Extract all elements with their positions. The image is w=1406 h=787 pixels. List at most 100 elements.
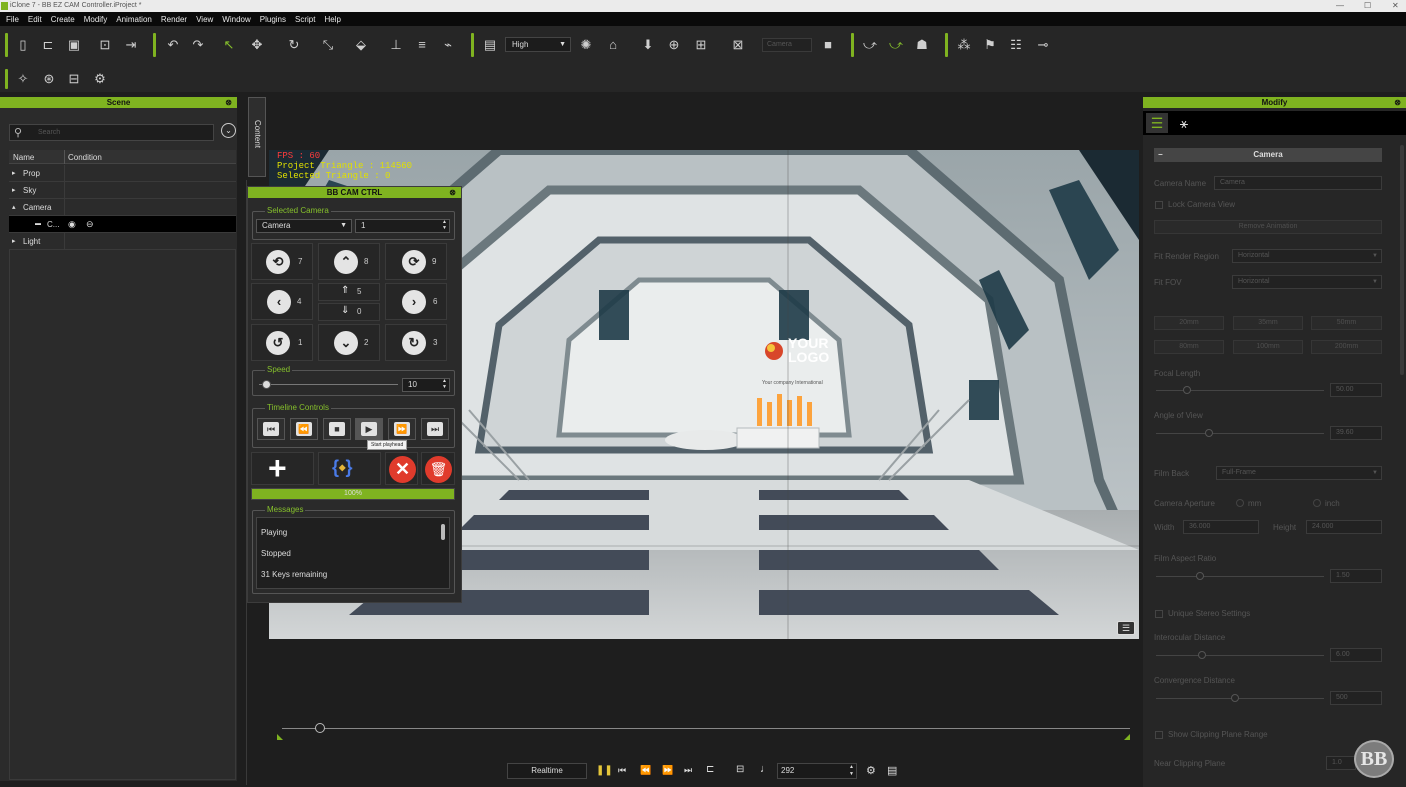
skip-start-icon[interactable]: ⏮ — [618, 765, 626, 776]
focal-length-slider[interactable] — [1156, 390, 1324, 391]
menu-plugins[interactable]: Plugins — [260, 15, 286, 24]
tree-item-prop[interactable]: ▸ Prop — [9, 165, 236, 182]
menu-create[interactable]: Create — [51, 15, 75, 24]
comment-icon[interactable]: ☰ — [1117, 621, 1135, 635]
home-icon[interactable]: ⌂ — [605, 37, 621, 53]
go-to-end-button[interactable]: ⏭ — [421, 418, 449, 440]
fit-fov-dropdown[interactable]: Horizontal ▼ — [1232, 275, 1382, 289]
fit-down-icon[interactable]: ⬇ — [640, 37, 656, 53]
undo-icon[interactable]: ↶ — [165, 37, 181, 53]
stop-button[interactable]: ■ — [323, 418, 351, 440]
pad-button-4[interactable]: ‹ 4 — [251, 283, 313, 320]
film-aspect-handle[interactable] — [1196, 572, 1204, 580]
convergence-slider[interactable] — [1156, 698, 1324, 699]
move-tool-icon[interactable]: ✥ — [249, 37, 265, 53]
film-aspect-slider[interactable] — [1156, 576, 1324, 577]
film-aspect-field[interactable]: 1.50 — [1330, 569, 1382, 583]
interocular-slider[interactable] — [1156, 655, 1324, 656]
search-input[interactable]: ⚲ Search — [9, 124, 214, 141]
link-icon[interactable]: ⌁ — [440, 37, 456, 53]
pad-button-2[interactable]: ⌄ 2 — [318, 324, 380, 361]
path-icon[interactable]: ⊸ — [1035, 37, 1051, 53]
lens-80mm-button[interactable]: 80mm — [1154, 340, 1224, 354]
range-start-marker[interactable] — [277, 734, 283, 740]
cancel-button[interactable]: ✕ — [385, 452, 418, 485]
pad-button-5[interactable]: ⇑ 5 — [318, 283, 380, 301]
pad-button-6[interactable]: › 6 — [385, 283, 447, 320]
fast-forward-button[interactable]: ⏩ — [388, 418, 416, 440]
rewind-icon[interactable]: ⏪ — [640, 765, 651, 776]
menu-script[interactable]: Script — [295, 15, 315, 24]
crowd-icon[interactable]: ☗ — [914, 37, 930, 53]
speed-slider-handle[interactable] — [261, 380, 271, 389]
collapse-arrow-icon[interactable]: ▴ — [12, 199, 16, 216]
motion-key-icon[interactable]: ⤻ — [888, 37, 904, 53]
close-icon[interactable]: ⊗ — [449, 187, 456, 198]
checklist-icon[interactable]: ☷ — [1008, 37, 1024, 53]
scrollbar-thumb[interactable] — [441, 524, 445, 540]
maximize-button[interactable]: ☐ — [1364, 0, 1371, 12]
interocular-field[interactable]: 6.00 — [1330, 648, 1382, 662]
expand-arrow-icon[interactable]: ▸ — [12, 182, 16, 199]
pad-button-9[interactable]: ⟳ 9 — [385, 243, 447, 280]
collapse-icon[interactable]: − — [1158, 148, 1163, 162]
near-clipping-field[interactable]: 1.0 — [1326, 756, 1356, 770]
play-button[interactable]: ▶ — [355, 418, 383, 440]
add-key-button[interactable]: + — [251, 451, 314, 485]
playback-mode-dropdown[interactable]: Realtime — [507, 763, 587, 779]
menu-window[interactable]: Window — [222, 15, 250, 24]
open-file-icon[interactable]: ⊏ — [40, 37, 56, 53]
align-icon[interactable]: ⊥ — [388, 37, 404, 53]
fit-render-region-dropdown[interactable]: Horizontal ▼ — [1232, 249, 1382, 263]
range-end-marker[interactable] — [1124, 734, 1130, 740]
spin-arrows-icon[interactable]: ▲ ▼ — [849, 764, 854, 778]
angle-of-view-slider[interactable] — [1156, 433, 1324, 434]
tab-attributes-icon[interactable]: ☰ — [1146, 113, 1168, 133]
pick-target-icon[interactable]: ⊛ — [41, 71, 57, 87]
timeline-scrubber[interactable] — [282, 728, 1130, 729]
save-icon[interactable]: ▣ — [66, 37, 82, 53]
height-field[interactable]: 24.000 — [1306, 520, 1382, 534]
width-field[interactable]: 36.000 — [1183, 520, 1259, 534]
remove-animation-button[interactable]: Remove Animation — [1154, 220, 1382, 234]
redo-icon[interactable]: ↷ — [190, 37, 206, 53]
lens-20mm-button[interactable]: 20mm — [1154, 316, 1224, 330]
pad-button-0[interactable]: ⇓ 0 — [318, 303, 380, 321]
focal-length-handle[interactable] — [1183, 386, 1191, 394]
distribute-icon[interactable]: ≡ — [414, 37, 430, 53]
settings-icon[interactable]: ⚙ — [866, 764, 876, 777]
timeline-panel-icon[interactable]: ▤ — [887, 764, 897, 777]
camera-section-header[interactable]: − Camera — [1154, 148, 1382, 162]
tree-item-camera-child[interactable]: ▬ C... ◉ ⊖ — [9, 216, 236, 233]
delete-button[interactable]: 🗑 — [421, 452, 455, 485]
zoom-selected-icon[interactable]: ⊠ — [730, 37, 746, 53]
aperture-inch-radio[interactable] — [1313, 499, 1321, 507]
tree-item-camera[interactable]: ▴ Camera — [9, 199, 236, 216]
close-icon[interactable]: ⊗ — [225, 97, 232, 108]
menu-help[interactable]: Help — [324, 15, 340, 24]
menu-file[interactable]: File — [6, 15, 19, 24]
menu-view[interactable]: View — [196, 15, 213, 24]
camera-icon[interactable]: ■ — [820, 37, 836, 53]
camera-dropdown[interactable]: Camera ▼ — [256, 219, 352, 233]
rewind-button[interactable]: ⏪ — [290, 418, 318, 440]
content-tab[interactable]: Content — [248, 97, 266, 177]
flag-icon[interactable]: ⚑ — [982, 37, 998, 53]
scrollbar-thumb[interactable] — [1400, 145, 1404, 375]
edit-motion-icon[interactable]: ⤻ — [862, 37, 878, 53]
fast-forward-icon[interactable]: ⏩ — [662, 765, 673, 776]
angle-of-view-field[interactable]: 39.60 — [1330, 426, 1382, 440]
pad-button-8[interactable]: ⌃ 8 — [318, 243, 380, 280]
menu-edit[interactable]: Edit — [28, 15, 42, 24]
pad-button-7[interactable]: ⟲ 7 — [251, 243, 313, 280]
timeline-playhead[interactable] — [315, 723, 325, 733]
pad-button-3[interactable]: ↻ 3 — [385, 324, 447, 361]
frame-icon[interactable]: ⊕ — [666, 37, 682, 53]
aperture-mm-radio[interactable] — [1236, 499, 1244, 507]
camera-name-field[interactable]: Camera — [1214, 176, 1382, 190]
settings-sliders-icon[interactable]: ⚙ — [92, 71, 108, 87]
menu-animation[interactable]: Animation — [116, 15, 152, 24]
convergence-handle[interactable] — [1231, 694, 1239, 702]
interocular-handle[interactable] — [1198, 651, 1206, 659]
script-button[interactable]: {⬩} — [318, 452, 381, 485]
